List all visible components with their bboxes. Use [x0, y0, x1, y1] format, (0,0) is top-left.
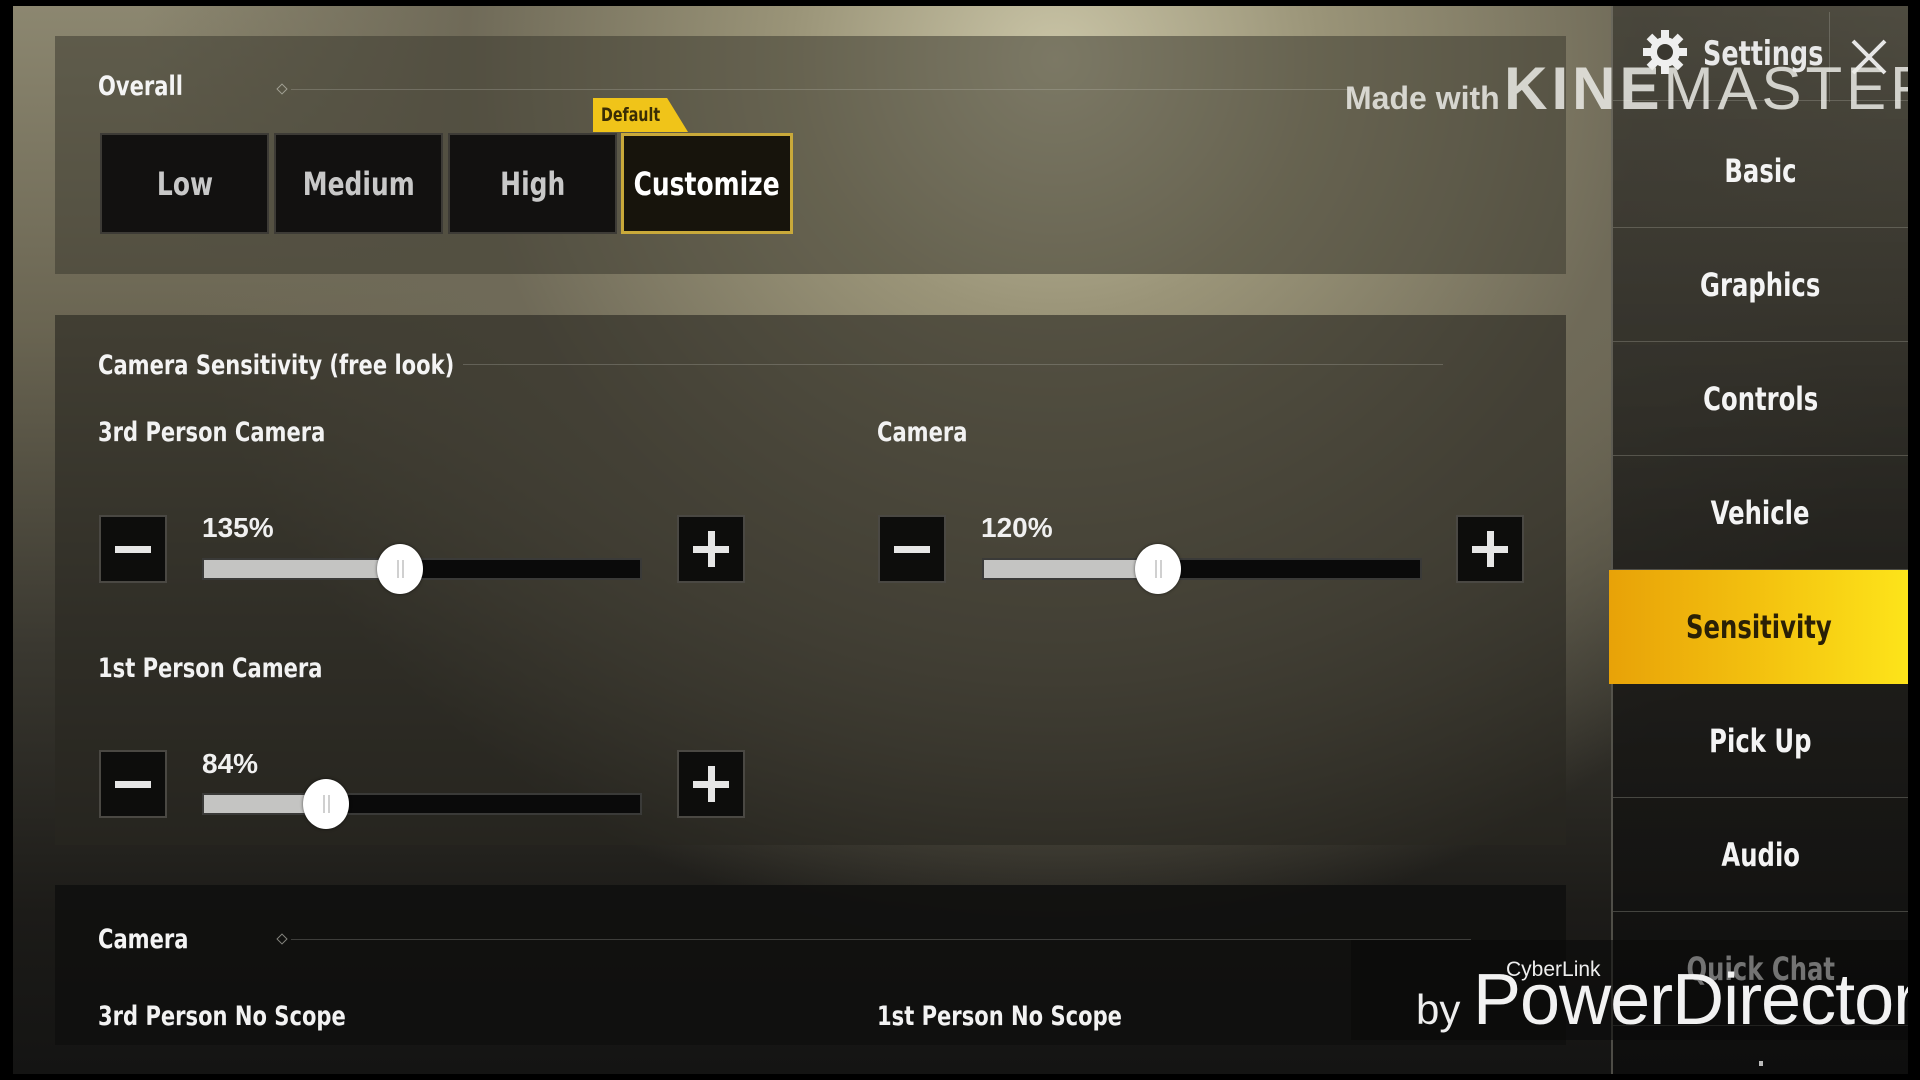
slider-1st-person-camera[interactable] — [202, 779, 642, 829]
sidebar-item-controls[interactable]: Controls — [1613, 342, 1908, 456]
slider-value-1st-person-camera: 84% — [202, 748, 259, 779]
decrease-3rd-person-camera-button[interactable] — [99, 515, 167, 583]
quality-high-label: High — [499, 164, 566, 203]
sidebar-item-label: Sensitivity — [1685, 608, 1832, 646]
plus-icon-vertical — [708, 531, 715, 567]
slider-thumb[interactable] — [303, 779, 350, 829]
increase-camera-button[interactable] — [1456, 515, 1524, 583]
label-1st-person-no-scope: 1st Person No Scope — [877, 1001, 1122, 1032]
quality-low-button[interactable]: Low — [100, 133, 269, 234]
slider-3rd-person-camera[interactable] — [202, 544, 642, 594]
plus-icon-vertical — [1487, 531, 1494, 567]
sidebar-item-basic[interactable]: Basic — [1613, 114, 1908, 228]
quality-low-label: Low — [156, 164, 213, 203]
sidebar-item-vehicle[interactable]: Vehicle — [1613, 456, 1908, 570]
close-icon — [1851, 39, 1886, 75]
sidebar-item-label: Pick Up — [1709, 721, 1812, 760]
sidebar-item-label: Graphics — [1700, 265, 1821, 304]
camera-divider — [291, 939, 1471, 940]
sidebar-item-label: Controls — [1702, 379, 1818, 418]
slider-fill — [984, 560, 1159, 578]
settings-title: Settings — [1703, 34, 1824, 74]
sidebar-item-label: Basic — [1724, 151, 1797, 190]
game-settings-screen: Overall Low Medium High Customize Defaul… — [13, 6, 1908, 1074]
settings-header: Settings — [1613, 6, 1908, 102]
minus-icon — [894, 546, 930, 553]
decrease-camera-button[interactable] — [878, 515, 946, 583]
close-button[interactable] — [1829, 12, 1907, 102]
overall-title: Overall — [98, 71, 183, 102]
sidebar-item-pick-up[interactable]: Pick Up — [1613, 684, 1908, 798]
default-badge-label: Default — [601, 104, 661, 126]
slider-fill — [204, 560, 401, 578]
slider-value-3rd-person-camera: 135% — [202, 512, 274, 543]
increase-1st-person-camera-button[interactable] — [677, 750, 745, 818]
quality-high-button[interactable]: High — [448, 133, 617, 234]
label-3rd-person-no-scope: 3rd Person No Scope — [98, 1001, 346, 1032]
decrease-1st-person-camera-button[interactable] — [99, 750, 167, 818]
settings-sidebar: Settings Basic Graphics Controls Vehicle… — [1609, 6, 1908, 1074]
quality-medium-button[interactable]: Medium — [274, 133, 443, 234]
quality-customize-label: Customize — [633, 164, 781, 203]
scroll-indicator — [1759, 1061, 1763, 1066]
camera-title: Camera — [98, 924, 189, 955]
camera-sensitivity-panel — [55, 315, 1566, 845]
slider-thumb[interactable] — [377, 544, 424, 594]
sidebar-item-label: Audio — [1721, 835, 1800, 874]
sidebar-item-graphics[interactable]: Graphics — [1613, 228, 1908, 342]
powerdirector-text: PowerDirector — [1473, 960, 1908, 1040]
watermark-by-text: by — [1416, 986, 1461, 1033]
gear-icon — [1643, 30, 1687, 74]
increase-3rd-person-camera-button[interactable] — [677, 515, 745, 583]
sidebar-item-sensitivity[interactable]: Sensitivity — [1609, 570, 1908, 684]
overall-divider — [291, 89, 1351, 90]
minus-icon — [115, 781, 151, 788]
slider-value-camera: 120% — [981, 512, 1053, 543]
quality-medium-label: Medium — [302, 164, 415, 203]
sidebar-item-label: Vehicle — [1711, 493, 1810, 532]
plus-icon-vertical — [708, 766, 715, 802]
camera-sensitivity-divider — [463, 364, 1443, 365]
camera-sensitivity-title: Camera Sensitivity (free look) — [98, 350, 455, 381]
slider-label-camera: Camera — [877, 417, 968, 448]
slider-label-1st-person-camera: 1st Person Camera — [98, 653, 323, 684]
quality-customize-button[interactable]: Customize — [621, 133, 793, 234]
slider-label-3rd-person-camera: 3rd Person Camera — [98, 417, 326, 448]
slider-camera[interactable] — [982, 544, 1422, 594]
minus-icon — [115, 546, 151, 553]
sidebar-item-audio[interactable]: Audio — [1613, 798, 1908, 912]
